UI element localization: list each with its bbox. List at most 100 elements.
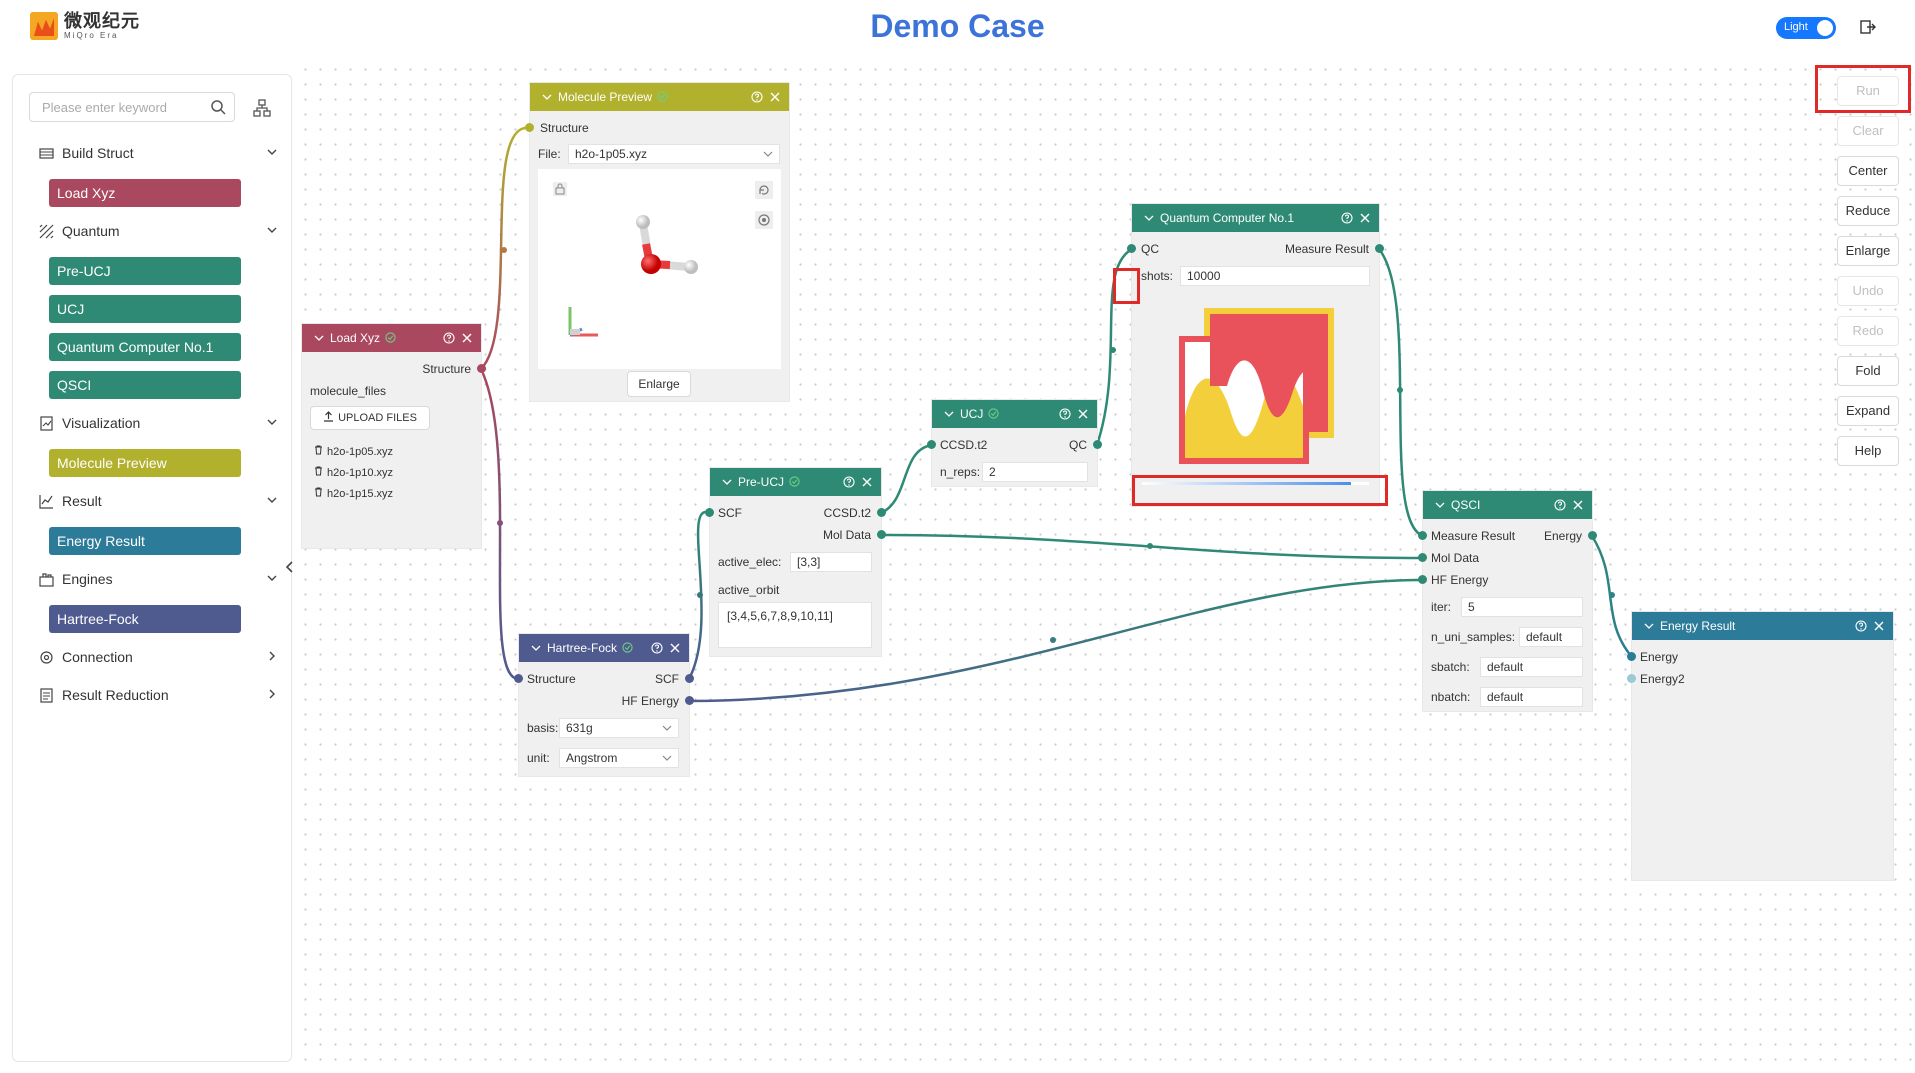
node-header[interactable]: Molecule Preview — [530, 83, 789, 111]
chevron-down-icon[interactable] — [531, 643, 541, 653]
undo-button[interactable]: Undo — [1837, 276, 1899, 306]
help-icon[interactable] — [443, 332, 455, 344]
node-energy-result[interactable]: Energy Result Energy Energy2 — [1627, 612, 1893, 880]
search-box[interactable] — [29, 92, 235, 122]
delete-icon[interactable] — [314, 466, 323, 476]
input-port-mol-data[interactable] — [1418, 553, 1427, 562]
active-elec-input[interactable]: [3,3] — [790, 552, 872, 572]
unit-select[interactable]: Angstrom — [559, 748, 679, 768]
chevron-down-icon[interactable] — [265, 145, 279, 159]
shots-input[interactable]: 10000 — [1180, 266, 1370, 286]
molecule-viewer[interactable] — [538, 169, 781, 369]
chevron-down-icon[interactable] — [314, 333, 324, 343]
file-select[interactable]: h2o-1p05.xyz — [568, 144, 780, 164]
palette-item-molecule-preview[interactable]: Molecule Preview — [49, 449, 241, 477]
nbatch-input[interactable]: default — [1480, 687, 1583, 707]
node-header[interactable]: Hartree-Fock — [519, 634, 689, 662]
output-port-energy[interactable] — [1588, 531, 1597, 540]
chevron-down-icon[interactable] — [265, 493, 279, 507]
help-icon[interactable] — [1855, 620, 1867, 632]
close-icon[interactable] — [769, 91, 781, 103]
output-port-scf[interactable] — [685, 674, 694, 683]
n-uni-samples-input[interactable]: default — [1519, 627, 1583, 647]
output-port-hf-energy[interactable] — [685, 696, 694, 705]
palette-item-pre-ucj[interactable]: Pre-UCJ — [49, 257, 241, 285]
rotate-icon[interactable] — [755, 181, 773, 199]
enlarge-preview-button[interactable]: Enlarge — [627, 371, 691, 397]
chevron-down-icon[interactable] — [265, 571, 279, 585]
input-port-ccsd[interactable] — [927, 440, 936, 449]
fold-button[interactable]: Fold — [1837, 356, 1899, 386]
input-port-energy2[interactable] — [1627, 674, 1636, 683]
chevron-down-icon[interactable] — [265, 415, 279, 429]
node-quantum-computer[interactable]: Quantum Computer No.1 QC Measure Result … — [1127, 204, 1384, 506]
close-icon[interactable] — [1873, 620, 1885, 632]
chevron-down-icon[interactable] — [542, 92, 552, 102]
chevron-down-icon[interactable] — [1644, 621, 1654, 631]
palette-item-load-xyz[interactable]: Load Xyz — [49, 179, 241, 207]
chevron-down-icon[interactable] — [1435, 500, 1445, 510]
output-port-structure[interactable] — [477, 364, 486, 373]
output-port-measure-result[interactable] — [1375, 244, 1384, 253]
node-ucj[interactable]: UCJ CCSD.t2 QC n_reps: 2 — [927, 400, 1102, 486]
help-icon[interactable] — [1341, 212, 1353, 224]
chevron-right-icon[interactable] — [265, 649, 279, 663]
clear-button[interactable]: Clear — [1837, 116, 1899, 146]
node-header[interactable]: Load Xyz — [302, 324, 481, 352]
input-port-structure[interactable] — [525, 123, 534, 132]
palette-item-quantum-computer[interactable]: Quantum Computer No.1 — [49, 333, 241, 361]
palette-item-ucj[interactable]: UCJ — [49, 295, 241, 323]
active-orbit-textarea[interactable]: [3,4,5,6,7,8,9,10,11] — [718, 602, 872, 648]
file-item[interactable]: h2o-1p15.xyz — [314, 484, 393, 505]
delete-icon[interactable] — [314, 445, 323, 455]
logout-icon[interactable] — [1860, 19, 1876, 35]
close-icon[interactable] — [461, 332, 473, 344]
center-button[interactable]: Center — [1837, 156, 1899, 186]
file-item[interactable]: h2o-1p10.xyz — [314, 463, 393, 484]
search-input[interactable] — [40, 99, 204, 116]
help-icon[interactable] — [1554, 499, 1566, 511]
close-icon[interactable] — [1077, 408, 1089, 420]
category-engines[interactable]: Engines — [39, 569, 279, 589]
redo-button[interactable]: Redo — [1837, 316, 1899, 346]
palette-item-hartree-fock[interactable]: Hartree-Fock — [49, 605, 241, 633]
input-port-scf[interactable] — [705, 508, 714, 517]
input-port-structure[interactable] — [514, 674, 523, 683]
input-port-measure-result[interactable] — [1418, 531, 1427, 540]
help-icon[interactable] — [651, 642, 663, 654]
help-icon[interactable] — [1059, 408, 1071, 420]
input-port-energy[interactable] — [1627, 652, 1636, 661]
node-pre-ucj[interactable]: Pre-UCJ SCF CCSD.t2 Mol Data active_elec… — [705, 468, 886, 656]
upload-files-button[interactable]: UPLOAD FILES — [310, 406, 430, 430]
output-port-qc[interactable] — [1093, 440, 1102, 449]
help-button[interactable]: Help — [1837, 436, 1899, 466]
file-item[interactable]: h2o-1p05.xyz — [314, 442, 393, 463]
search-icon[interactable] — [210, 99, 226, 115]
chevron-right-icon[interactable] — [265, 687, 279, 701]
theme-toggle[interactable]: Light — [1776, 17, 1836, 39]
output-port-mol-data[interactable] — [877, 530, 886, 539]
chevron-down-icon[interactable] — [265, 223, 279, 237]
node-load-xyz[interactable]: Load Xyz Structure molecule_files UPLOAD… — [302, 324, 486, 548]
node-header[interactable]: UCJ — [932, 400, 1097, 428]
input-port-hf-energy[interactable] — [1418, 575, 1427, 584]
target-icon[interactable] — [755, 211, 773, 229]
category-result-reduction[interactable]: Result Reduction — [39, 685, 279, 705]
sidebar-collapse-icon[interactable] — [282, 558, 298, 576]
chevron-down-icon[interactable] — [1144, 213, 1154, 223]
category-build-struct[interactable]: Build Struct — [39, 143, 279, 163]
expand-button[interactable]: Expand — [1837, 396, 1899, 426]
delete-icon[interactable] — [314, 487, 323, 497]
chevron-down-icon[interactable] — [722, 477, 732, 487]
help-icon[interactable] — [751, 91, 763, 103]
palette-item-qsci[interactable]: QSCI — [49, 371, 241, 399]
enlarge-button[interactable]: Enlarge — [1837, 236, 1899, 266]
node-header[interactable]: Quantum Computer No.1 — [1132, 204, 1379, 232]
node-header[interactable]: Pre-UCJ — [710, 468, 881, 496]
node-qsci[interactable]: QSCI Measure Result Energy Mol Data HF E… — [1418, 491, 1597, 711]
node-header[interactable]: Energy Result — [1632, 612, 1893, 640]
node-molecule-preview[interactable]: Molecule Preview Structure File: h2o-1p0… — [525, 83, 789, 401]
category-connection[interactable]: Connection — [39, 647, 279, 667]
help-icon[interactable] — [843, 476, 855, 488]
lock-icon[interactable] — [552, 181, 568, 197]
